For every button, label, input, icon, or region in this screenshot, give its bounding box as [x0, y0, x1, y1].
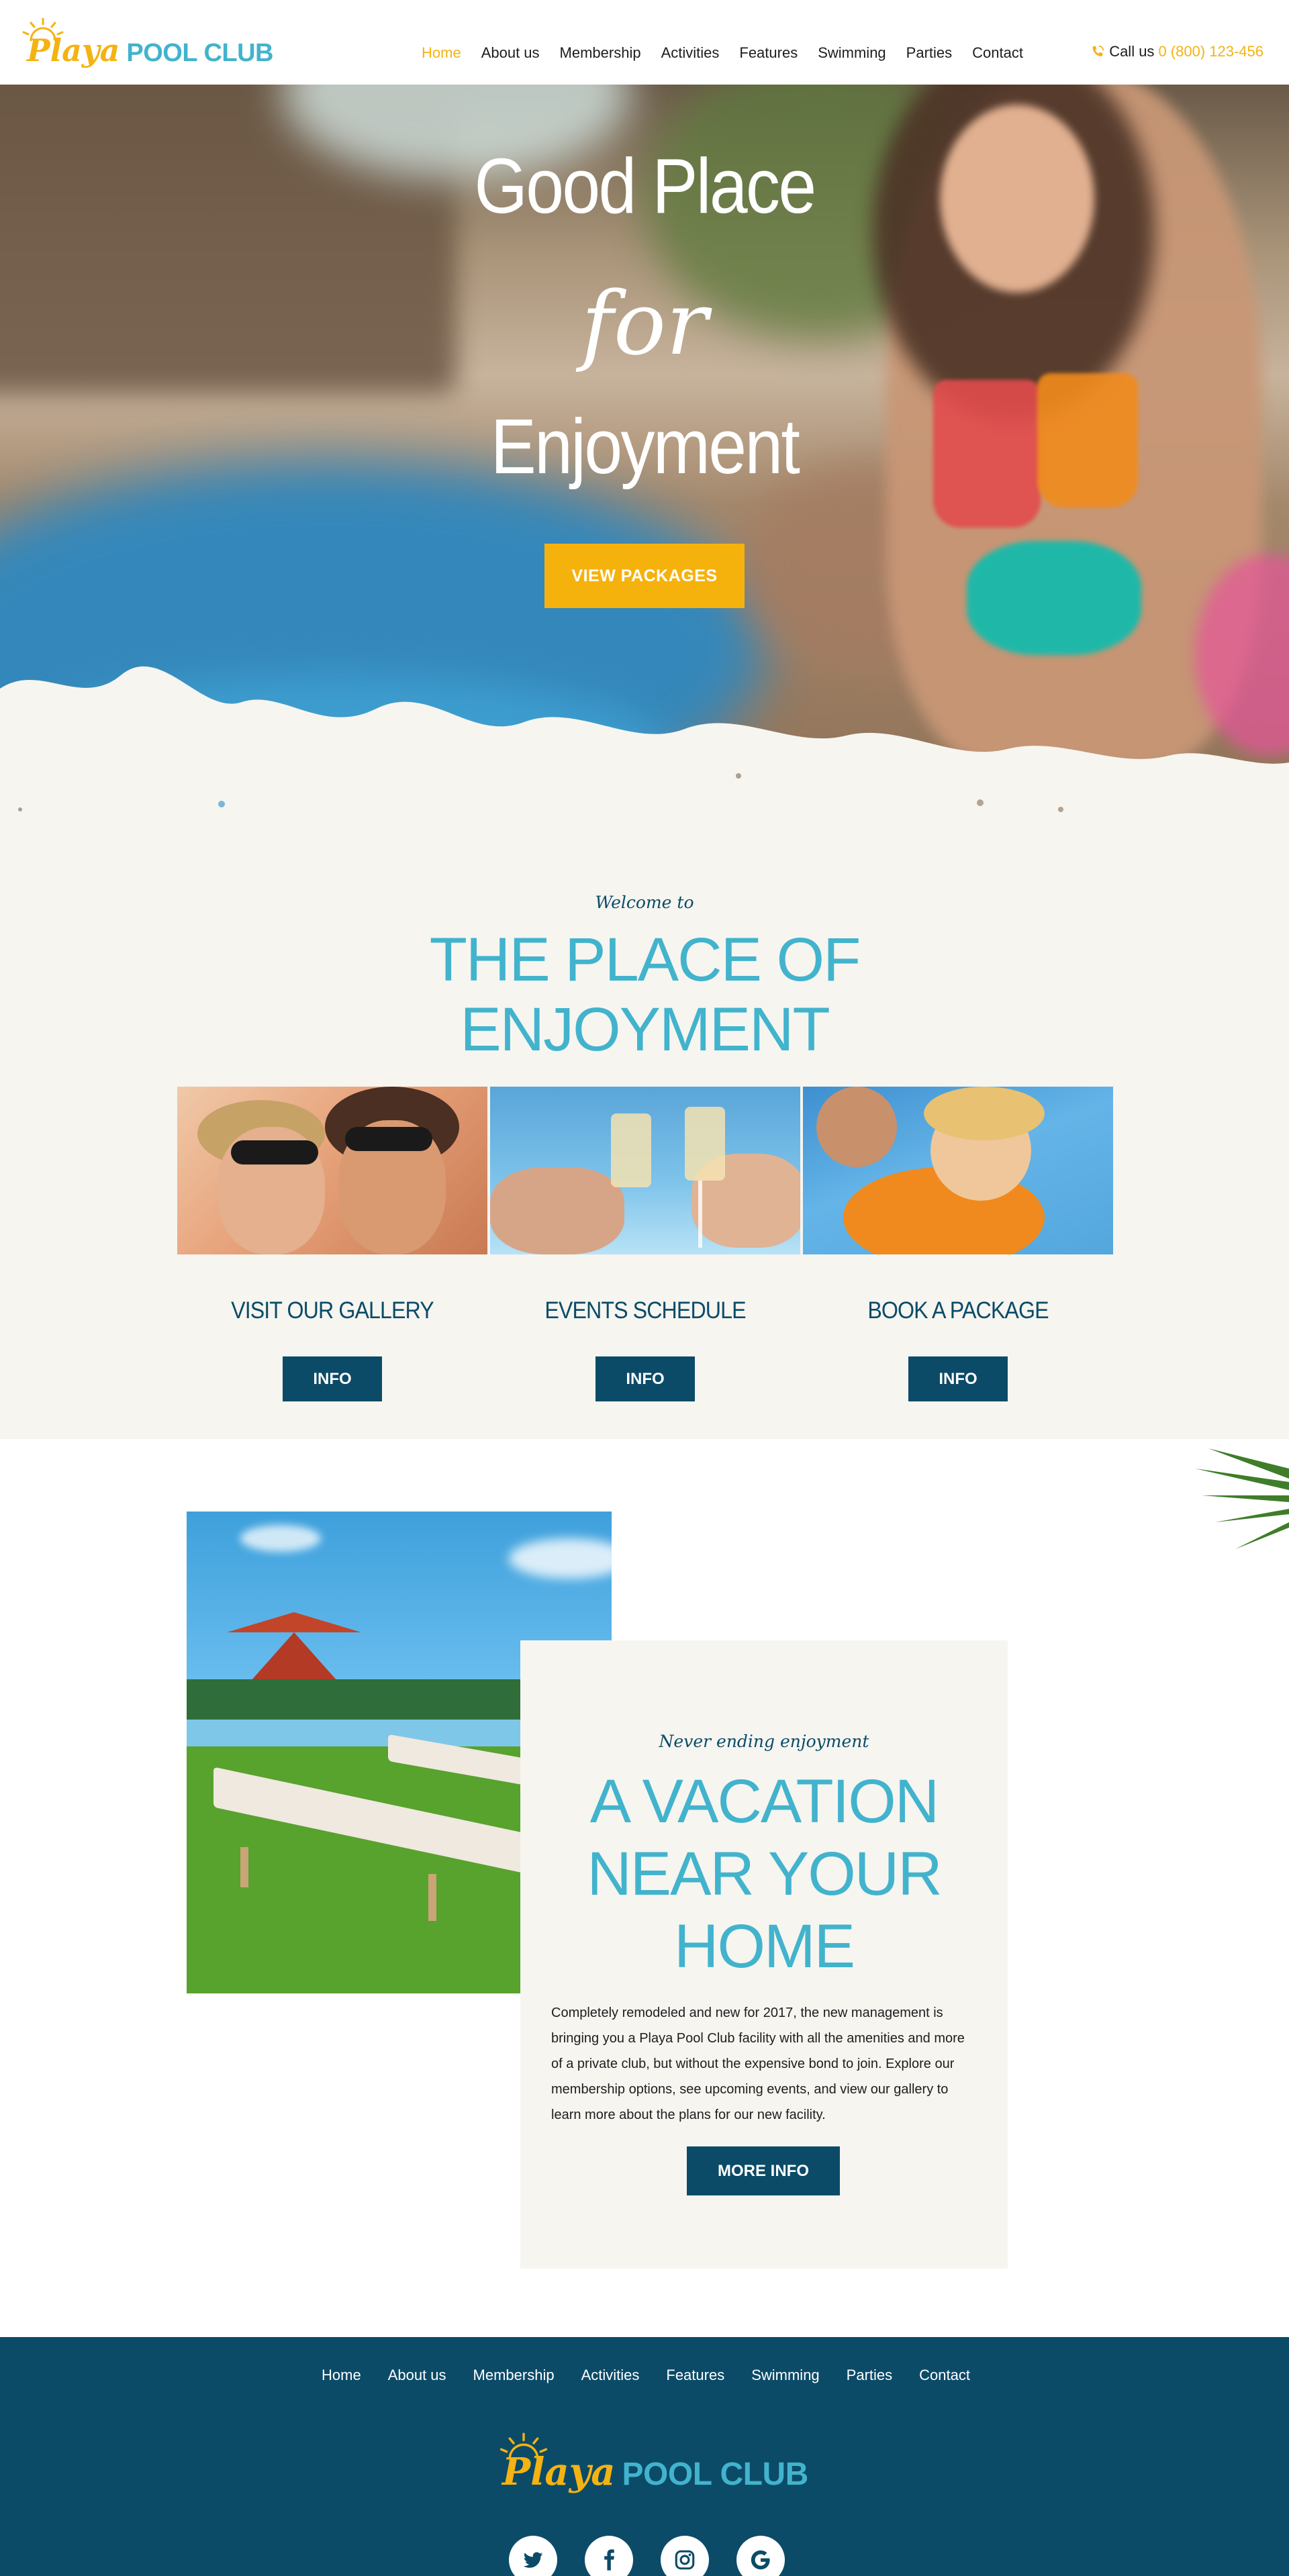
welcome-title-line1: THE PLACE OF [429, 926, 861, 994]
logo-word-pool-club: POOL CLUB [126, 39, 273, 67]
welcome-kicker: Welcome to [595, 893, 694, 912]
vacation-paragraph: Completely remodeled and new for 2017, t… [551, 2005, 965, 2122]
welcome-title: THE PLACE OF ENJOYMENT [0, 925, 1289, 1064]
phone-icon [1092, 45, 1104, 56]
card-book-title: BOOK A PACKAGE [867, 1297, 1049, 1324]
nav-contact[interactable]: Contact [972, 44, 1023, 62]
main-nav: Home About us Membership Activities Feat… [422, 44, 1023, 62]
gallery-photo[interactable] [177, 1087, 487, 1254]
hero-title-line2: for [581, 273, 708, 375]
footer-nav-activities[interactable]: Activities [581, 2367, 640, 2384]
call-us-label: Call us [1109, 43, 1155, 60]
welcome-section: Welcome to THE PLACE OF ENJOYMENT VISIT … [0, 850, 1289, 1439]
twitter-icon [523, 2552, 543, 2568]
hero-section: Good Place for Enjoyment VIEW PACKAGES [0, 85, 1289, 850]
vacation-title-line2: NEAR YOUR [587, 1840, 942, 1908]
welcome-title-line2: ENJOYMENT [460, 995, 830, 1064]
site-footer: Home About us Membership Activities Feat… [0, 2337, 1289, 2576]
card-gallery: VISIT OUR GALLERY INFO [177, 1087, 487, 1401]
footer-nav-parties[interactable]: Parties [847, 2367, 892, 2384]
book-info-button[interactable]: INFO [908, 1356, 1008, 1401]
twitter-link[interactable] [509, 2536, 557, 2576]
card-book: BOOK A PACKAGE INFO [803, 1087, 1113, 1401]
hero-title-line1: Good Place [474, 142, 816, 230]
vacation-title-line1: A VACATION [589, 1767, 939, 1836]
footer-logo[interactable]: Playa POOL CLUB [499, 2432, 809, 2494]
vacation-title: A VACATION NEAR YOUR HOME [520, 1765, 1008, 1983]
vacation-section: Never ending enjoyment A VACATION NEAR Y… [0, 1439, 1289, 2337]
nav-membership[interactable]: Membership [560, 44, 641, 62]
feature-cards: VISIT OUR GALLERY INFO EVENTS SCHEDULE I… [177, 1087, 1113, 1401]
view-packages-button[interactable]: VIEW PACKAGES [544, 544, 745, 608]
card-events: EVENTS SCHEDULE INFO [490, 1087, 800, 1401]
vacation-card: Never ending enjoyment A VACATION NEAR Y… [520, 1640, 1008, 2269]
hero-watercolor-splash [0, 666, 1289, 850]
google-link[interactable] [736, 2536, 785, 2576]
events-photo[interactable] [490, 1087, 800, 1254]
nav-parties[interactable]: Parties [906, 44, 952, 62]
nav-about-us[interactable]: About us [481, 44, 540, 62]
site-logo[interactable]: Playa POOL CLUB [22, 17, 273, 68]
vacation-kicker: Never ending enjoyment [659, 1732, 869, 1751]
footer-nav: Home About us Membership Activities Feat… [0, 2367, 1289, 2384]
footer-logo-word-pool-club: POOL CLUB [622, 2457, 809, 2492]
call-us[interactable]: Call us 0 (800) 123-456 [1090, 43, 1263, 60]
more-info-button[interactable]: MORE INFO [687, 2146, 840, 2195]
footer-nav-features[interactable]: Features [666, 2367, 724, 2384]
book-photo[interactable] [803, 1087, 1113, 1254]
footer-nav-about-us[interactable]: About us [388, 2367, 446, 2384]
google-icon [751, 2550, 770, 2570]
footer-nav-contact[interactable]: Contact [919, 2367, 970, 2384]
vacation-title-line3: HOME [674, 1912, 855, 1981]
phone-number[interactable]: 0 (800) 123-456 [1158, 43, 1263, 60]
social-links [509, 2536, 785, 2576]
sun-icon [499, 2432, 548, 2460]
palm-leaf-decoration [1195, 1448, 1289, 1549]
nav-swimming[interactable]: Swimming [818, 44, 886, 62]
nav-activities[interactable]: Activities [661, 44, 720, 62]
site-header: Playa POOL CLUB Home About us Membership… [0, 0, 1289, 85]
events-info-button[interactable]: INFO [595, 1356, 695, 1401]
instagram-icon [675, 2550, 695, 2570]
hero-title-line3: Enjoyment [490, 403, 800, 490]
nav-features[interactable]: Features [739, 44, 798, 62]
footer-nav-membership[interactable]: Membership [473, 2367, 555, 2384]
sun-icon [22, 17, 64, 42]
facebook-link[interactable] [585, 2536, 633, 2576]
footer-nav-home[interactable]: Home [322, 2367, 361, 2384]
card-events-title: EVENTS SCHEDULE [544, 1297, 746, 1324]
instagram-link[interactable] [661, 2536, 709, 2576]
card-gallery-title: VISIT OUR GALLERY [231, 1297, 434, 1324]
nav-home[interactable]: Home [422, 44, 461, 62]
facebook-icon [604, 2549, 614, 2571]
footer-nav-swimming[interactable]: Swimming [751, 2367, 819, 2384]
gallery-info-button[interactable]: INFO [283, 1356, 382, 1401]
